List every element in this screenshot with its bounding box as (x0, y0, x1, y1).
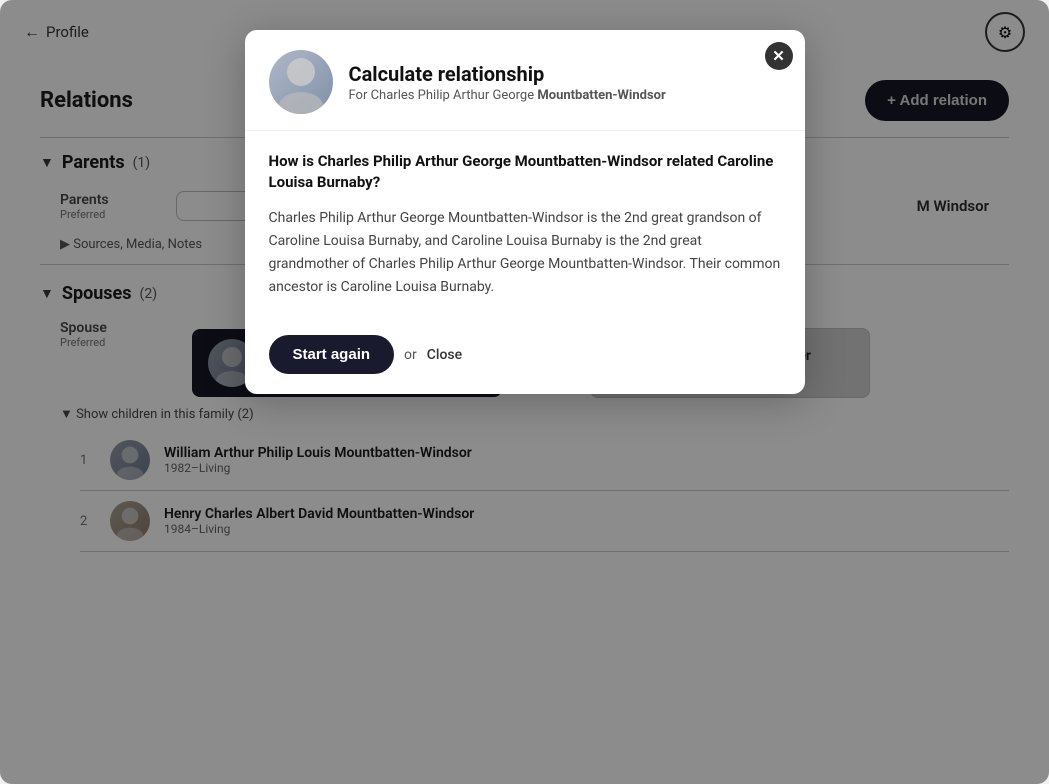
modal-title-block: Calculate relationship For Charles Phili… (349, 62, 666, 103)
modal-or-text: or (404, 347, 417, 363)
start-again-button[interactable]: Start again (269, 335, 395, 374)
modal-overlay: ✕ Calculate relationship For Charles Phi… (0, 0, 1049, 784)
calculate-relationship-modal: ✕ Calculate relationship For Charles Phi… (245, 30, 805, 394)
modal-header: Calculate relationship For Charles Phili… (245, 30, 805, 131)
modal-subtitle-prefix: For Charles Philip Arthur George (349, 88, 538, 103)
modal-subtitle: For Charles Philip Arthur George Mountba… (349, 88, 666, 103)
modal-subtitle-bold: Mountbatten-Windsor (537, 88, 665, 103)
modal-close-button[interactable]: ✕ (765, 42, 793, 70)
modal-answer: Charles Philip Arthur George Mountbatten… (269, 207, 781, 299)
modal-close-link[interactable]: Close (427, 347, 462, 363)
modal-title: Calculate relationship (349, 62, 666, 86)
modal-avatar (269, 50, 333, 114)
modal-question: How is Charles Philip Arthur George Moun… (269, 151, 781, 193)
modal-body: How is Charles Philip Arthur George Moun… (245, 131, 805, 319)
modal-footer: Start again or Close (245, 319, 805, 394)
